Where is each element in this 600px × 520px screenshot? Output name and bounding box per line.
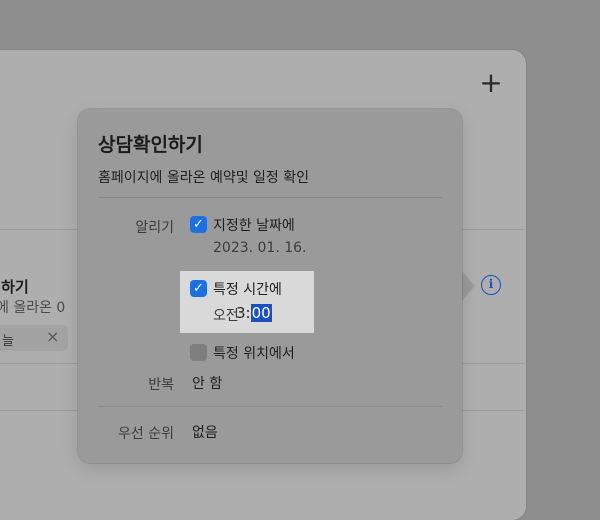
at-location-checkbox[interactable] bbox=[190, 344, 207, 361]
close-icon[interactable]: × bbox=[46, 327, 59, 346]
time-minute[interactable]: 00 bbox=[250, 304, 272, 322]
at-time-label[interactable]: 특정 시간에 bbox=[213, 279, 282, 299]
time-field[interactable]: 3:00 bbox=[236, 304, 272, 322]
task-tag[interactable]: 늘 × bbox=[0, 325, 68, 351]
at-time-checkbox[interactable]: ✓ bbox=[190, 280, 207, 297]
info-icon[interactable]: i bbox=[481, 275, 501, 295]
time-hour[interactable]: 3: bbox=[236, 304, 251, 322]
popover-arrow bbox=[461, 270, 475, 302]
task-details-popover: 상담확인하기 홈페이지에 올라온 예약및 일정 확인 알리기 ✓ 지정한 날짜에… bbox=[78, 109, 462, 463]
popover-subtitle[interactable]: 홈페이지에 올라온 예약및 일정 확인 bbox=[98, 167, 309, 187]
on-date-checkbox[interactable]: ✓ bbox=[190, 216, 207, 233]
popover-title[interactable]: 상담확인하기 bbox=[98, 130, 203, 157]
time-period[interactable]: 오전 bbox=[213, 305, 239, 325]
repeat-label: 반복 bbox=[148, 377, 174, 393]
priority-value[interactable]: 없음 bbox=[192, 422, 218, 442]
popover-divider bbox=[98, 197, 442, 198]
date-value[interactable]: 2023. 01. 16. bbox=[213, 240, 307, 256]
priority-label: 우선 순위 bbox=[118, 426, 174, 442]
plus-icon[interactable]: + bbox=[478, 69, 504, 97]
popover-divider bbox=[98, 406, 442, 407]
repeat-value[interactable]: 안 함 bbox=[192, 373, 222, 393]
task-notes: 에 올라온 0 bbox=[0, 300, 66, 316]
task-title[interactable]: l하기 bbox=[0, 276, 29, 297]
at-location-label[interactable]: 특정 위치에서 bbox=[213, 343, 295, 363]
alert-label: 알리기 bbox=[135, 220, 174, 236]
task-tag-label: 늘 bbox=[2, 334, 14, 349]
on-date-label[interactable]: 지정한 날짜에 bbox=[213, 215, 295, 235]
